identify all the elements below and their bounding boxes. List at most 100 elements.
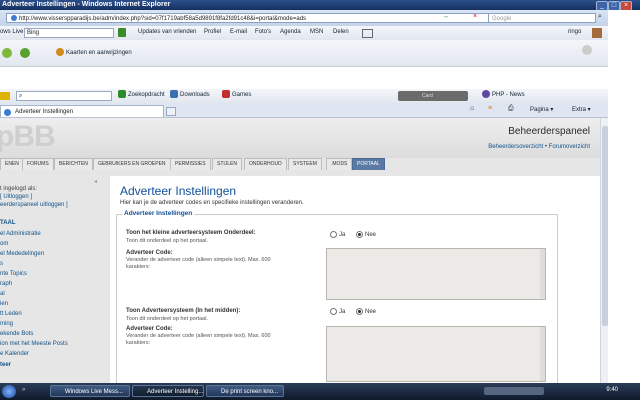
bing-search-input[interactable]: Bing xyxy=(24,28,114,38)
address-bar-row: http://www.visserspparadijs.be/adm/index… xyxy=(0,10,640,26)
taskbar-item-print-screen[interactable]: De print screen kno... xyxy=(206,385,284,397)
ad-code-textarea-2[interactable] xyxy=(326,326,546,382)
middle-ad-ja-radio[interactable]: Ja xyxy=(330,308,345,315)
ja-label: Ja xyxy=(339,232,346,239)
green-circle-icon[interactable] xyxy=(2,48,12,58)
taskbar-item-ie[interactable]: Adverteer Instelling... xyxy=(132,385,204,397)
signin-user[interactable]: ringo xyxy=(568,26,581,38)
sidebar-item[interactable]: el Administratie xyxy=(0,231,41,237)
acp-sidebar: t ingelogd als: [ Uitloggen ] eerderspan… xyxy=(0,176,106,383)
tab-portaal[interactable]: PORTAAL xyxy=(352,158,385,170)
toolbar-search-input[interactable]: ⌕ xyxy=(16,91,112,101)
sidebar-item[interactable]: ekende Bots xyxy=(0,331,33,337)
taskbar-item-messenger[interactable]: Windows Live Mess... xyxy=(50,385,130,397)
settings-icon[interactable] xyxy=(582,45,592,55)
toolbar-link-email[interactable]: E-mail xyxy=(230,26,247,38)
tab-permissies[interactable]: PERMISSIES xyxy=(170,158,211,170)
textarea-scrollbar[interactable] xyxy=(540,249,545,299)
search-input[interactable]: Google xyxy=(488,13,596,23)
downloads-button[interactable]: Downloads xyxy=(170,89,210,101)
avatar[interactable] xyxy=(592,28,602,38)
system-tray[interactable] xyxy=(484,387,544,395)
sidebar-item[interactable]: ion met het Meeste Posts xyxy=(0,341,68,347)
pagina-menu[interactable]: Pagina ▾ xyxy=(530,104,553,116)
new-tab-button[interactable] xyxy=(166,107,176,116)
sidebar-item[interactable]: om xyxy=(0,241,8,247)
rss-icon xyxy=(482,90,490,99)
folder-icon[interactable] xyxy=(0,92,10,100)
card-widget[interactable]: Card xyxy=(398,91,468,101)
maps-directions-link[interactable]: Kaarten en aanwijzingen xyxy=(56,47,132,59)
panel-links[interactable]: Beheerdersoverzicht • Forumoverzicht xyxy=(488,144,590,150)
quicklaunch-icon[interactable]: » xyxy=(22,387,25,393)
tab-adverteer-instellingen[interactable]: Adverteer Instellingen xyxy=(0,105,164,117)
php-news-button[interactable]: PHP - News xyxy=(482,89,525,101)
nee-label: Nee xyxy=(365,232,377,239)
sidebar-item[interactable]: nte Topics xyxy=(0,271,27,277)
toolbar-link-agenda[interactable]: Agenda xyxy=(280,26,301,38)
sidebar-item[interactable]: ien xyxy=(0,301,8,307)
bottom-toolbar: ⌕ Zoekopdracht Downloads Games Card PHP … xyxy=(0,89,640,104)
card-label: Card xyxy=(422,93,433,99)
taskbar: » Windows Live Mess... Adverteer Instell… xyxy=(0,383,640,400)
sidebar-item[interactable]: ming xyxy=(0,321,13,327)
toolbar-link-msn[interactable]: MSN xyxy=(310,26,323,38)
small-ad-nee-radio[interactable]: Nee xyxy=(356,231,376,238)
toolbar-link-delen[interactable]: Delen xyxy=(333,26,349,38)
ad-code-sub-3: Verander de adverteer code (alleen simpe… xyxy=(126,333,271,339)
bing-search-button[interactable] xyxy=(118,28,126,37)
feeds-icon[interactable]: ≡ xyxy=(488,105,492,112)
right-blank-area xyxy=(608,10,640,383)
extra-menu[interactable]: Extra ▾ xyxy=(572,104,591,116)
sidebar-item-active[interactable]: teer xyxy=(0,362,11,368)
address-url: http://www.visserspparadijs.be/adm/index… xyxy=(19,16,307,22)
sidebar-item[interactable]: al xyxy=(0,291,5,297)
toolbar-link-profiel[interactable]: Profiel xyxy=(204,26,221,38)
stop-icon[interactable]: × xyxy=(473,13,477,20)
home-icon[interactable]: ⌂ xyxy=(470,105,474,112)
check-circle-icon[interactable] xyxy=(20,48,30,58)
tab-mods[interactable]: .MODS xyxy=(326,158,353,170)
search-go-icon xyxy=(118,90,126,99)
games-button[interactable]: Games xyxy=(222,89,251,101)
middle-ad-nee-radio[interactable]: Nee xyxy=(356,308,376,315)
toolbar-link-fotos[interactable]: Foto's xyxy=(255,26,271,38)
acp-logout-link[interactable]: eerderspaneel uitloggen ] xyxy=(0,202,68,208)
sidebar-section-title: TAAL xyxy=(0,220,16,226)
collapse-icon[interactable]: ◂ xyxy=(94,178,97,185)
zoekopdracht-label: Zoekopdracht xyxy=(128,92,165,98)
page-intro: Hier kan je de adverteer codes en specif… xyxy=(120,200,304,206)
small-ad-ja-radio[interactable]: Ja xyxy=(330,231,345,238)
zoekopdracht-button[interactable]: Zoekopdracht xyxy=(118,89,165,101)
tab-gebruikers[interactable]: GEBRUIKERS EN GROEPEN xyxy=(93,158,171,170)
tab-onderhoud[interactable]: ONDERHOUD xyxy=(244,158,287,170)
tab-systeem[interactable]: SYSTEEM xyxy=(288,158,322,170)
go-icon[interactable]: → xyxy=(442,13,449,20)
ad-code-textarea[interactable] xyxy=(326,248,546,300)
search-icon: ⌕ xyxy=(19,93,23,99)
extra-label: Extra xyxy=(572,107,587,113)
acp-main: ◂ Adverteer Instellingen Hier kan je de … xyxy=(94,176,600,383)
tab-algemeen[interactable]: ENEN xyxy=(0,158,24,170)
sidebar-item[interactable]: el Mededelingen xyxy=(0,251,44,257)
start-button[interactable] xyxy=(2,385,16,398)
toolbar-link-updates[interactable]: Updates van vrienden xyxy=(138,26,196,38)
sidebar-item[interactable]: s xyxy=(0,261,3,267)
print-icon[interactable]: ⎙ xyxy=(508,105,514,113)
mail-icon[interactable] xyxy=(362,29,373,38)
small-ad-label: Toon het kleine adverteersysteem Onderde… xyxy=(126,230,256,236)
sidebar-item[interactable]: tt Leden xyxy=(0,311,22,317)
login-status: t ingelogd als: xyxy=(0,186,38,192)
tab-stijlen[interactable]: STIJLEN xyxy=(212,158,243,170)
tab-forums[interactable]: FORUMS xyxy=(22,158,54,170)
search-icon[interactable]: ⌕ xyxy=(598,13,602,21)
sidebar-item[interactable]: raph xyxy=(0,281,12,287)
sidebar-item[interactable]: e Kalender xyxy=(0,351,29,357)
ad-code-sub2: karakters: xyxy=(126,264,151,270)
ja-label: Ja xyxy=(339,309,346,316)
logout-link[interactable]: [ Uitloggen ] xyxy=(0,194,32,200)
textarea-scrollbar[interactable] xyxy=(540,327,545,381)
games-label: Games xyxy=(232,92,252,98)
address-input[interactable]: http://www.visserspparadijs.be/adm/index… xyxy=(6,13,494,23)
tab-berichten[interactable]: BERICHTEN xyxy=(54,158,93,170)
